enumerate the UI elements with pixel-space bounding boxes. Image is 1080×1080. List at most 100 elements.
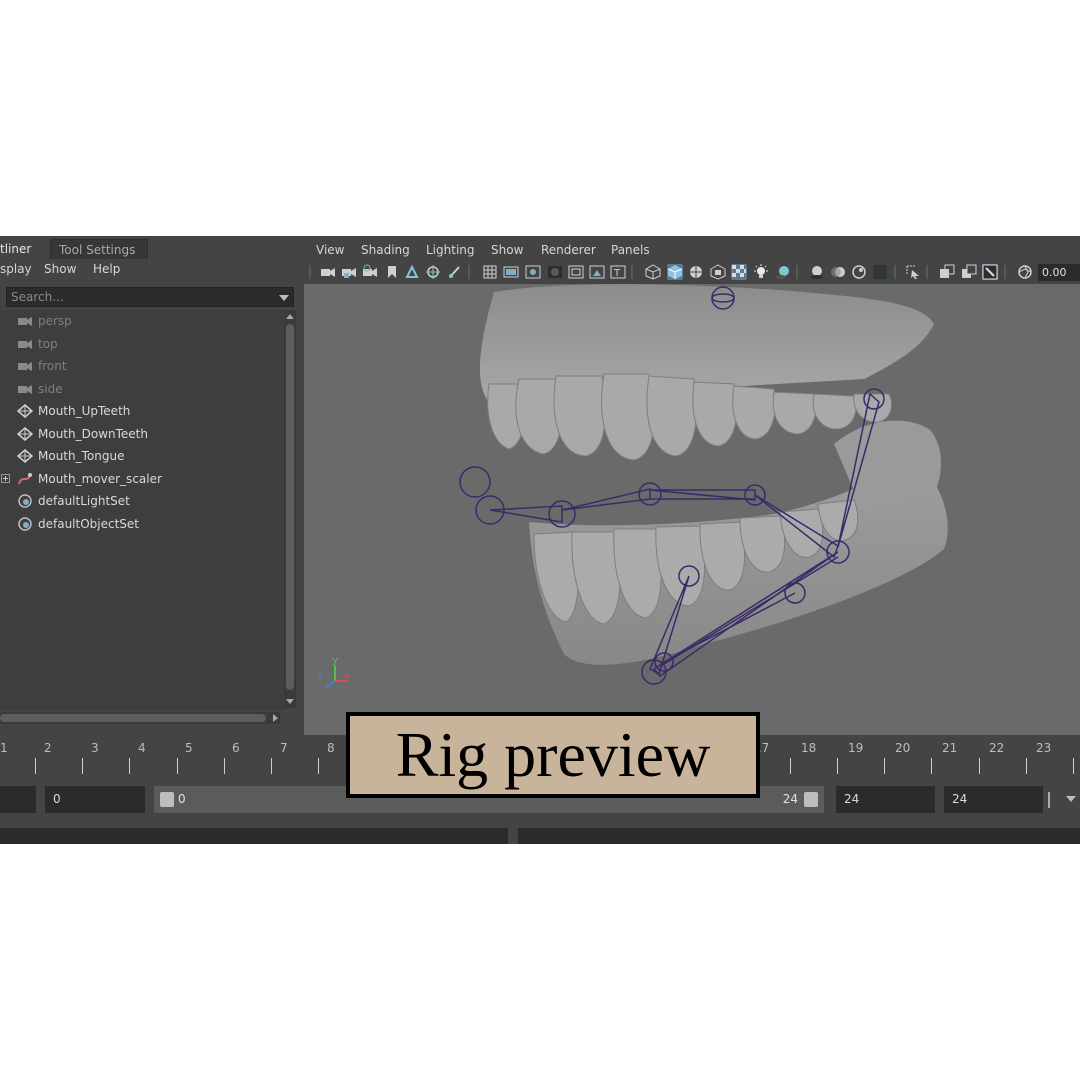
image-plane-icon[interactable] bbox=[404, 264, 420, 280]
2d-pan-zoom-icon[interactable] bbox=[425, 264, 441, 280]
list-item-label: Mouth_Tongue bbox=[38, 449, 125, 463]
list-item[interactable]: defaultObjectSet bbox=[0, 513, 286, 535]
viewport-panel: View Shading Lighting Show Renderer Pane… bbox=[304, 239, 1080, 735]
range-end-handle[interactable] bbox=[804, 792, 818, 807]
menu-shading[interactable]: Shading bbox=[361, 239, 410, 261]
scroll-up-icon[interactable] bbox=[286, 314, 294, 319]
exposure-field[interactable]: 0.00 bbox=[1038, 264, 1080, 281]
anti-aliasing-icon[interactable] bbox=[851, 264, 867, 280]
list-item[interactable]: Mouth_Tongue bbox=[0, 445, 286, 467]
exposure-icon[interactable] bbox=[1017, 264, 1033, 280]
bookmarks-icon[interactable] bbox=[384, 264, 400, 280]
svg-text:T: T bbox=[613, 268, 621, 279]
xray-joints-icon[interactable] bbox=[982, 264, 998, 280]
tick-mark bbox=[790, 758, 791, 774]
menu-show[interactable]: Show bbox=[44, 260, 76, 278]
camera-attributes-icon[interactable] bbox=[362, 264, 378, 280]
safe-title-icon[interactable]: T bbox=[610, 264, 626, 280]
separator bbox=[1048, 792, 1050, 808]
tab-outliner[interactable]: tliner bbox=[0, 239, 44, 259]
list-item[interactable]: top bbox=[0, 333, 286, 355]
lock-camera-icon[interactable] bbox=[341, 264, 357, 280]
menu-lighting[interactable]: Lighting bbox=[426, 239, 475, 261]
list-item[interactable]: Mouth_mover_scaler bbox=[0, 468, 286, 490]
isolate-select-icon[interactable] bbox=[905, 264, 921, 280]
safe-action-icon[interactable] bbox=[589, 264, 605, 280]
panel-tabs: tliner Tool Settings bbox=[0, 239, 300, 259]
field-chart-icon[interactable] bbox=[568, 264, 584, 280]
menu-help[interactable]: Help bbox=[93, 260, 120, 278]
tick-label: 2 bbox=[44, 741, 52, 755]
range-start-value: 0 bbox=[178, 792, 186, 806]
command-input[interactable] bbox=[0, 828, 508, 844]
tick-mark bbox=[837, 758, 838, 774]
outliner-vertical-scrollbar[interactable] bbox=[284, 310, 296, 708]
playback-end-field[interactable]: 24 bbox=[944, 786, 1043, 813]
list-item-label: front bbox=[38, 359, 67, 373]
list-item[interactable]: side bbox=[0, 378, 286, 400]
gate-mask-icon[interactable] bbox=[547, 264, 563, 280]
list-item-label: persp bbox=[38, 314, 72, 328]
outliner-panel: tliner Tool Settings splay Show Help per… bbox=[0, 236, 298, 736]
grease-pencil-icon[interactable] bbox=[447, 264, 463, 280]
camera-icon bbox=[18, 362, 32, 371]
outliner-horizontal-scrollbar[interactable] bbox=[0, 712, 280, 724]
caption-overlay: Rig preview bbox=[346, 712, 760, 798]
range-start-handle[interactable] bbox=[160, 792, 174, 807]
start-time-field-left[interactable] bbox=[0, 786, 36, 813]
list-item[interactable]: defaultLightSet bbox=[0, 490, 286, 512]
scroll-thumb[interactable] bbox=[286, 324, 294, 690]
viewport-toolbar: T 0.00 bbox=[304, 261, 1080, 283]
start-time-field[interactable]: 0 bbox=[45, 786, 145, 813]
list-item[interactable]: Mouth_DownTeeth bbox=[0, 423, 286, 445]
motion-blur-icon[interactable] bbox=[830, 264, 846, 280]
tick-label: 18 bbox=[801, 741, 817, 755]
tick-label: 21 bbox=[942, 741, 958, 755]
xray-active-components-icon[interactable] bbox=[961, 264, 977, 280]
wireframe-icon[interactable] bbox=[645, 264, 661, 280]
ambient-occlusion-icon[interactable] bbox=[809, 264, 825, 280]
grid-icon[interactable] bbox=[482, 264, 498, 280]
list-item-label: defaultObjectSet bbox=[38, 517, 140, 531]
menu-panels[interactable]: Panels bbox=[611, 239, 650, 261]
teeth-model-render: y x z bbox=[318, 284, 948, 689]
scroll-down-icon[interactable] bbox=[286, 699, 294, 704]
3d-viewport[interactable]: y x z bbox=[304, 284, 1080, 735]
scroll-thumb[interactable] bbox=[0, 714, 266, 722]
depth-of-field-icon[interactable] bbox=[872, 264, 888, 280]
smooth-shade-icon[interactable] bbox=[667, 264, 683, 280]
menu-renderer[interactable]: Renderer bbox=[541, 239, 596, 261]
tab-tool-settings[interactable]: Tool Settings bbox=[50, 239, 148, 259]
scroll-right-icon[interactable] bbox=[273, 714, 278, 722]
list-item[interactable]: front bbox=[0, 355, 286, 377]
xray-icon[interactable] bbox=[939, 264, 955, 280]
resolution-gate-icon[interactable] bbox=[525, 264, 541, 280]
list-item-label: defaultLightSet bbox=[38, 494, 130, 508]
tick-mark bbox=[35, 758, 36, 774]
shadows-icon[interactable] bbox=[775, 264, 791, 280]
mesh-icon bbox=[17, 404, 33, 418]
axis-z-label: z bbox=[318, 672, 323, 683]
end-time-field[interactable]: 24 bbox=[836, 786, 935, 813]
list-item[interactable]: Mouth_UpTeeth bbox=[0, 400, 286, 422]
expand-icon[interactable] bbox=[1, 474, 10, 483]
chevron-down-icon[interactable] bbox=[279, 295, 289, 301]
xray-checker-icon[interactable] bbox=[731, 264, 747, 280]
search-input[interactable] bbox=[7, 288, 275, 306]
menu-show[interactable]: Show bbox=[491, 239, 523, 261]
list-item[interactable]: persp bbox=[0, 310, 286, 332]
menu-display[interactable]: splay bbox=[0, 260, 32, 278]
textured-icon[interactable] bbox=[710, 264, 726, 280]
tick-label: 6 bbox=[232, 741, 240, 755]
wireframe-on-shaded-icon[interactable] bbox=[688, 264, 704, 280]
film-gate-icon[interactable] bbox=[503, 264, 519, 280]
select-camera-icon[interactable] bbox=[320, 264, 336, 280]
menu-view[interactable]: View bbox=[316, 239, 344, 261]
outliner-search bbox=[6, 287, 294, 307]
tick-mark bbox=[318, 758, 319, 774]
use-all-lights-icon[interactable] bbox=[753, 264, 769, 280]
tick-label: 20 bbox=[895, 741, 911, 755]
command-result bbox=[518, 828, 1080, 844]
chevron-down-icon[interactable] bbox=[1066, 796, 1076, 802]
tick-mark bbox=[1073, 758, 1074, 774]
